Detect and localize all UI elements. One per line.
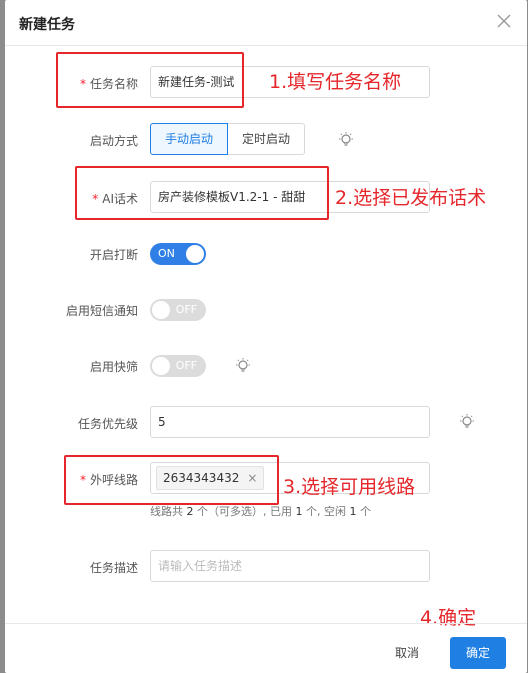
annotation-box-line — [64, 455, 279, 505]
manual-start-option[interactable]: 手动启动 — [150, 123, 229, 155]
priority-row: 任务优先级 5 — [5, 406, 527, 440]
quick-filter-label: 启用快筛 — [89, 360, 138, 374]
annotation-step3: 3.选择可用线路 — [283, 476, 416, 498]
priority-label: 任务优先级 — [77, 417, 138, 431]
hint-prefix: 线路共 — [150, 505, 183, 518]
hint-mid2: 个, 空闲 — [306, 505, 346, 518]
toggle-knob — [152, 301, 170, 319]
toggle-knob — [186, 245, 204, 263]
scheduled-start-option[interactable]: 定时启动 — [228, 123, 306, 155]
sms-notify-toggle[interactable]: OFF — [150, 299, 206, 321]
interrupt-label: 开启打断 — [89, 248, 138, 262]
start-mode-label: 启动方式 — [89, 134, 138, 148]
toggle-knob — [152, 357, 170, 375]
toggle-state-text: OFF — [175, 303, 197, 316]
description-row: 任务描述 请输入任务描述 — [5, 550, 527, 584]
sms-notify-label: 启用短信通知 — [65, 304, 138, 318]
quick-filter-toggle[interactable]: OFF — [150, 355, 206, 377]
toggle-state-text: ON — [158, 247, 175, 260]
dialog-title: 新建任务 — [19, 17, 75, 33]
quick-filter-row: 启用快筛 OFF — [5, 354, 527, 378]
priority-input[interactable]: 5 — [150, 406, 430, 438]
hint-used: 1 — [295, 505, 303, 518]
new-task-dialog: 新建任务 * 任务名称 新建任务-测试 启动方式 手动启动 定时启动 * AI话术 … — [5, 0, 527, 673]
toggle-state-text: OFF — [175, 359, 197, 372]
lightbulb-icon[interactable] — [234, 357, 252, 375]
hint-free: 1 — [349, 505, 357, 518]
dialog-header: 新建任务 — [5, 0, 527, 46]
line-usage-hint: 线路共 2 个（可多选）, 已用 1 个, 空闲 1 个 — [150, 503, 371, 519]
interrupt-row: 开启打断 ON — [5, 242, 527, 266]
annotation-box-task-name — [56, 52, 244, 108]
description-input[interactable]: 请输入任务描述 — [150, 550, 430, 582]
dialog-footer: 取消 确定 — [5, 623, 527, 673]
close-icon[interactable] — [495, 12, 513, 30]
description-label: 任务描述 — [89, 561, 138, 575]
start-mode-row: 启动方式 手动启动 定时启动 — [5, 123, 527, 157]
hint-suffix: 个 — [360, 505, 371, 518]
cancel-button[interactable]: 取消 — [395, 644, 419, 661]
annotation-step1: 1.填写任务名称 — [269, 71, 402, 93]
annotation-box-ai-script — [75, 166, 329, 220]
interrupt-toggle[interactable]: ON — [150, 243, 206, 265]
start-mode-segmented: 手动启动 定时启动 — [150, 123, 306, 155]
lightbulb-icon[interactable] — [337, 131, 355, 149]
hint-mid1: 个（可多选）, 已用 — [197, 505, 292, 518]
hint-total: 2 — [186, 505, 194, 518]
confirm-button[interactable]: 确定 — [450, 637, 506, 669]
sms-notify-row: 启用短信通知 OFF — [5, 298, 527, 322]
lightbulb-icon[interactable] — [458, 413, 476, 431]
annotation-step2: 2.选择已发布话术 — [335, 187, 487, 209]
